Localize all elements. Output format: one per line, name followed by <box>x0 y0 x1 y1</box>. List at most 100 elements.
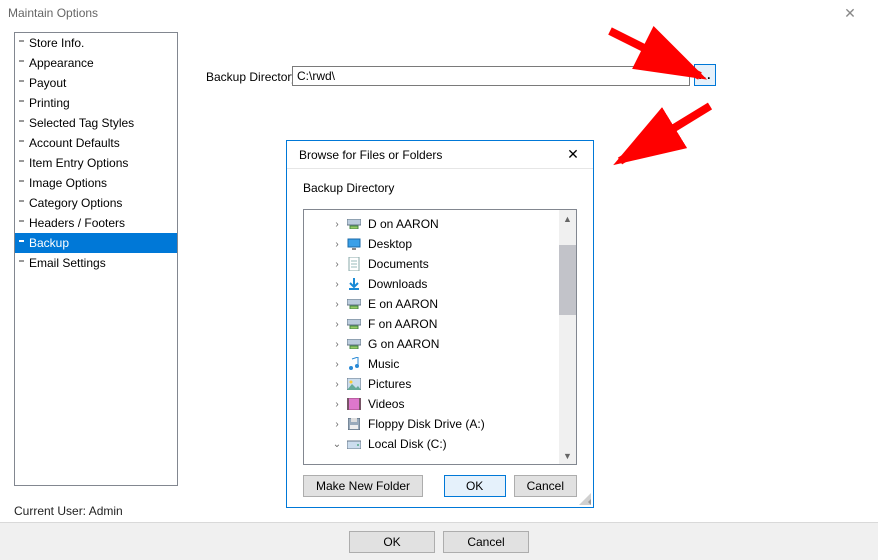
main-ok-button[interactable]: OK <box>349 531 435 553</box>
ellipsis-icon: ... <box>698 68 711 82</box>
main-cancel-button[interactable]: Cancel <box>443 531 529 553</box>
chevron-right-icon[interactable]: › <box>332 319 342 330</box>
browse-button[interactable]: ... <box>694 64 716 86</box>
sidebar-item-label: Backup <box>29 236 69 250</box>
tree-item-label: Local Disk (C:) <box>368 437 447 451</box>
sidebar-item-label: Payout <box>29 76 66 90</box>
tree-item[interactable]: › Documents <box>304 254 559 274</box>
sidebar-item-payout[interactable]: Payout <box>15 73 177 93</box>
dialog-button-row: Make New Folder OK Cancel <box>303 475 577 497</box>
tree-item-label: Pictures <box>368 377 411 391</box>
sidebar-item-label: Selected Tag Styles <box>29 116 134 130</box>
tree-item[interactable]: › Floppy Disk Drive (A:) <box>304 414 559 434</box>
resize-grip[interactable] <box>579 493 591 505</box>
tree-item[interactable]: › Videos <box>304 394 559 414</box>
scrollbar[interactable]: ▲ ▼ <box>559 210 576 464</box>
chevron-right-icon[interactable]: › <box>332 339 342 350</box>
sidebar-item-label: Image Options <box>29 176 107 190</box>
sidebar-item-label: Item Entry Options <box>29 156 128 170</box>
net-drive-icon <box>346 316 362 332</box>
dialog-cancel-button[interactable]: Cancel <box>514 475 577 497</box>
annotation-arrow <box>600 96 730 179</box>
net-drive-icon <box>346 216 362 232</box>
net-drive-icon <box>346 336 362 352</box>
tree-item[interactable]: › Music <box>304 354 559 374</box>
chevron-right-icon[interactable]: › <box>332 419 342 430</box>
chevron-right-icon[interactable]: › <box>332 279 342 290</box>
dialog-body: Backup Directory › D on AARON › Desktop … <box>287 169 593 507</box>
content-area: Store Info. Appearance Payout Printing S… <box>0 26 878 522</box>
tree-item[interactable]: › D on AARON <box>304 214 559 234</box>
make-new-folder-button[interactable]: Make New Folder <box>303 475 423 497</box>
tree-item[interactable]: › Pictures <box>304 374 559 394</box>
sidebar-item-label: Email Settings <box>29 256 106 270</box>
tree-item-label: D on AARON <box>368 217 439 231</box>
scroll-down-button[interactable]: ▼ <box>559 447 576 464</box>
tree-item[interactable]: › Desktop <box>304 234 559 254</box>
dialog-ok-button[interactable]: OK <box>444 475 506 497</box>
tree-item[interactable]: › G on AARON <box>304 334 559 354</box>
tree-item[interactable]: › E on AARON <box>304 294 559 314</box>
tree-item-label: Documents <box>368 257 429 271</box>
scrollbar-thumb[interactable] <box>559 245 576 315</box>
tree-item-label: G on AARON <box>368 337 439 351</box>
desktop-icon <box>346 236 362 252</box>
net-drive-icon <box>346 296 362 312</box>
videos-icon <box>346 396 362 412</box>
window-close-button[interactable]: ✕ <box>830 5 870 22</box>
sidebar-item-image-options[interactable]: Image Options <box>15 173 177 193</box>
dialog-close-button[interactable]: ✕ <box>561 146 585 163</box>
tree-item[interactable]: › F on AARON <box>304 314 559 334</box>
sidebar-item-label: Category Options <box>29 196 122 210</box>
folder-tree-viewport: › D on AARON › Desktop › Documents <box>304 210 559 464</box>
download-icon <box>346 276 362 292</box>
sidebar-item-backup[interactable]: Backup <box>15 233 177 253</box>
tree-item-label: Floppy Disk Drive (A:) <box>368 417 485 431</box>
tree-item[interactable]: › Downloads <box>304 274 559 294</box>
sidebar-item-account-defaults[interactable]: Account Defaults <box>15 133 177 153</box>
window-title: Maintain Options <box>8 6 830 20</box>
floppy-icon <box>346 416 362 432</box>
chevron-right-icon[interactable]: › <box>332 359 342 370</box>
sidebar-item-headers-footers[interactable]: Headers / Footers <box>15 213 177 233</box>
chevron-right-icon[interactable]: › <box>332 239 342 250</box>
sidebar-item-store-info[interactable]: Store Info. <box>15 33 177 53</box>
dialog-titlebar: Browse for Files or Folders ✕ <box>287 141 593 169</box>
scroll-up-button[interactable]: ▲ <box>559 210 576 227</box>
tree-item-label: Music <box>368 357 399 371</box>
dialog-label: Backup Directory <box>303 181 577 195</box>
chevron-down-icon[interactable]: ⌄ <box>332 439 342 450</box>
chevron-right-icon[interactable]: › <box>332 219 342 230</box>
chevron-right-icon[interactable]: › <box>332 399 342 410</box>
dialog-title: Browse for Files or Folders <box>299 148 561 162</box>
music-icon <box>346 356 362 372</box>
tree-item-label: Videos <box>368 397 404 411</box>
chevron-right-icon[interactable]: › <box>332 379 342 390</box>
chevron-right-icon[interactable]: › <box>332 299 342 310</box>
sidebar-item-selected-tag-styles[interactable]: Selected Tag Styles <box>15 113 177 133</box>
sidebar-item-label: Printing <box>29 96 70 110</box>
tree-item[interactable]: ⌄ Local Disk (C:) <box>304 434 559 454</box>
sidebar-item-email-settings[interactable]: Email Settings <box>15 253 177 273</box>
titlebar: Maintain Options ✕ <box>0 0 878 26</box>
sidebar-item-printing[interactable]: Printing <box>15 93 177 113</box>
backup-directory-input[interactable] <box>292 66 690 86</box>
sidebar-item-label: Headers / Footers <box>29 216 125 230</box>
browse-dialog: Browse for Files or Folders ✕ Backup Dir… <box>286 140 594 508</box>
backup-directory-label: Backup Directory <box>206 70 297 84</box>
sidebar-item-label: Store Info. <box>29 36 84 50</box>
current-user-label: Current User: Admin <box>14 504 123 518</box>
pictures-icon <box>346 376 362 392</box>
sidebar-item-label: Account Defaults <box>29 136 120 150</box>
sidebar-item-category-options[interactable]: Category Options <box>15 193 177 213</box>
sidebar-item-label: Appearance <box>29 56 94 70</box>
tree-item-label: Desktop <box>368 237 412 251</box>
tree-item-label: E on AARON <box>368 297 438 311</box>
tree-item-label: Downloads <box>368 277 427 291</box>
main-button-bar: OK Cancel <box>0 522 878 560</box>
folder-tree: › D on AARON › Desktop › Documents <box>303 209 577 465</box>
sidebar-item-appearance[interactable]: Appearance <box>15 53 177 73</box>
chevron-right-icon[interactable]: › <box>332 259 342 270</box>
sidebar-item-item-entry-options[interactable]: Item Entry Options <box>15 153 177 173</box>
tree-item-label: F on AARON <box>368 317 437 331</box>
